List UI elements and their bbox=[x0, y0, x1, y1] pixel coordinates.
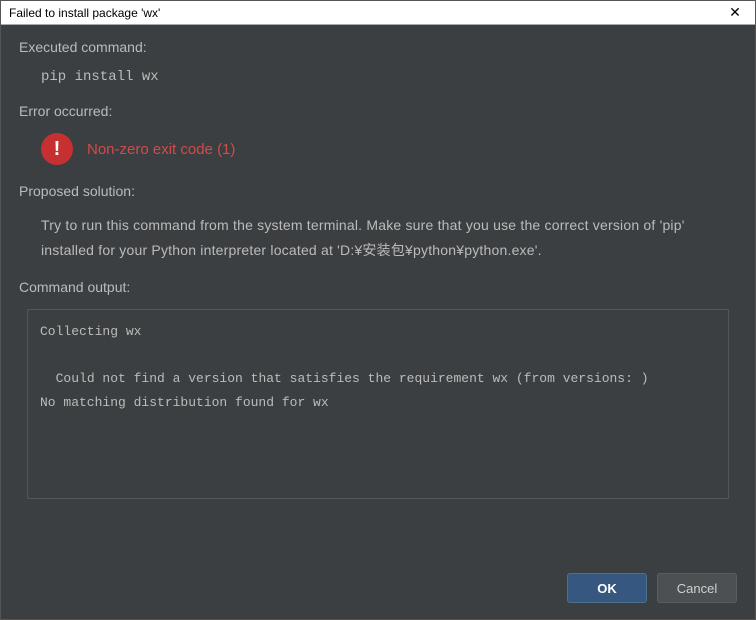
proposed-solution-text: Try to run this command from the system … bbox=[19, 213, 737, 263]
close-icon: ✕ bbox=[729, 4, 741, 21]
error-exclamation-icon: ! bbox=[41, 133, 73, 165]
window-title: Failed to install package 'wx' bbox=[9, 6, 160, 20]
ok-button[interactable]: OK bbox=[567, 573, 647, 603]
command-output-box[interactable]: Collecting wx Could not find a version t… bbox=[27, 309, 729, 499]
titlebar[interactable]: Failed to install package 'wx' ✕ bbox=[1, 1, 755, 25]
error-message-text: Non-zero exit code (1) bbox=[87, 141, 235, 158]
error-occurred-label: Error occurred: bbox=[19, 103, 737, 119]
cancel-button[interactable]: Cancel bbox=[657, 573, 737, 603]
proposed-solution-label: Proposed solution: bbox=[19, 183, 737, 199]
dialog-window: Failed to install package 'wx' ✕ Execute… bbox=[0, 0, 756, 620]
button-bar: OK Cancel bbox=[1, 559, 755, 619]
close-button[interactable]: ✕ bbox=[719, 2, 751, 24]
dialog-content: Executed command: pip install wx Error o… bbox=[1, 25, 755, 559]
command-output-label: Command output: bbox=[19, 279, 737, 295]
executed-command-text: pip install wx bbox=[19, 69, 737, 85]
executed-command-label: Executed command: bbox=[19, 39, 737, 55]
error-row: ! Non-zero exit code (1) bbox=[19, 133, 737, 165]
